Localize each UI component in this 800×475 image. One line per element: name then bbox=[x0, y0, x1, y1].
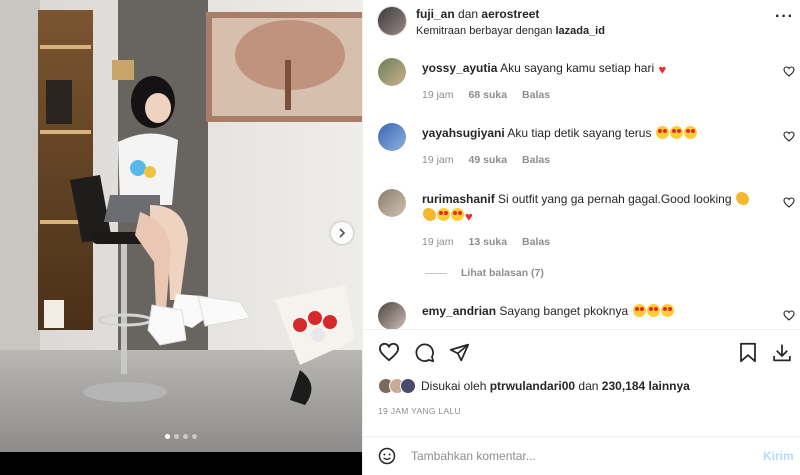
comment-time[interactable]: 19 jam bbox=[422, 89, 454, 101]
carousel-indicator bbox=[0, 434, 362, 439]
post-panel: fuji_an dan aerostreet Kemitraan berbaya… bbox=[362, 0, 800, 475]
share-send-icon[interactable] bbox=[449, 342, 470, 363]
reply-button[interactable]: Balas bbox=[522, 236, 550, 248]
comment-likes[interactable]: 49 suka bbox=[469, 154, 508, 166]
clapping-emoji bbox=[423, 208, 436, 221]
carousel-dot bbox=[174, 434, 179, 439]
like-comment-heart-icon[interactable] bbox=[783, 66, 795, 77]
replies-divider bbox=[425, 272, 447, 274]
instagram-post-view: fuji_an dan aerostreet Kemitraan berbaya… bbox=[0, 0, 800, 475]
comment-body: Aku sayang kamu setiap hari bbox=[500, 61, 655, 75]
liked-by-others[interactable]: 230,184 lainnya bbox=[602, 379, 690, 393]
view-replies-label: Lihat balasan (7) bbox=[461, 267, 544, 279]
post-media bbox=[0, 0, 362, 475]
liked-by-text: Disukai oleh ptrwulandari00 dan 230,184 … bbox=[421, 379, 690, 393]
comment-bubble-icon[interactable] bbox=[414, 342, 435, 363]
coauthor-username[interactable]: aerostreet bbox=[481, 7, 539, 21]
comment-avatar[interactable] bbox=[378, 189, 406, 217]
liked-by-user[interactable]: ptrwulandari00 bbox=[490, 379, 575, 393]
post-comment-button[interactable]: Kirim bbox=[763, 449, 794, 463]
comment-avatar[interactable] bbox=[378, 302, 406, 330]
photo-image bbox=[0, 0, 362, 452]
reply-button[interactable]: Balas bbox=[522, 89, 550, 101]
heart-eyes-emoji bbox=[451, 208, 464, 221]
comment-avatar[interactable] bbox=[378, 58, 406, 86]
comment-text: yossy_ayutia Aku sayang kamu setiap hari… bbox=[422, 60, 767, 78]
comment-text: emy_andrian Sayang banget pkoknya bbox=[422, 303, 767, 319]
carousel-dot bbox=[165, 434, 170, 439]
like-comment-heart-icon[interactable] bbox=[783, 197, 795, 208]
liked-by-and: dan bbox=[578, 379, 599, 393]
heart-emoji: ♥ bbox=[658, 62, 667, 77]
like-comment-heart-icon[interactable] bbox=[783, 131, 795, 142]
heart-emoji: ♥ bbox=[465, 209, 473, 224]
add-comment-bar: Tambahkan komentar... Kirim bbox=[363, 436, 800, 475]
author-connector: dan bbox=[458, 7, 479, 21]
heart-eyes-emoji bbox=[632, 304, 646, 317]
liked-by-summary: Disukai oleh ptrwulandari00 dan 230,184 … bbox=[378, 376, 690, 396]
author-avatar[interactable] bbox=[377, 6, 407, 36]
comment-username[interactable]: yossy_ayutia bbox=[422, 61, 497, 75]
post-photo[interactable] bbox=[0, 0, 362, 452]
comment-time[interactable]: 19 jam bbox=[422, 154, 454, 166]
post-header: fuji_an dan aerostreet Kemitraan berbaya… bbox=[363, 0, 800, 44]
comment-meta: 19 jam 13 suka Balas bbox=[422, 236, 550, 248]
heart-eyes-emoji bbox=[437, 208, 450, 221]
comment-avatar[interactable] bbox=[378, 123, 406, 151]
comment-username[interactable]: yayahsugiyani bbox=[422, 126, 505, 140]
emoji-picker-icon[interactable] bbox=[378, 447, 396, 465]
bookmark-icon[interactable] bbox=[739, 342, 757, 363]
partner-username[interactable]: lazada_id bbox=[555, 25, 605, 37]
heart-eyes-emoji bbox=[646, 304, 660, 317]
download-icon[interactable] bbox=[771, 342, 793, 363]
comment-meta: 19 jam 68 suka Balas bbox=[422, 89, 550, 101]
liked-by-prefix: Disukai oleh bbox=[421, 379, 487, 393]
reply-button[interactable]: Balas bbox=[522, 154, 550, 166]
partnership-label: Kemitraan berbayar dengan lazada_id bbox=[416, 25, 605, 37]
post-authors: fuji_an dan aerostreet bbox=[416, 7, 539, 21]
heart-eyes-emoji bbox=[683, 126, 697, 139]
post-actions: Disukai oleh ptrwulandari00 dan 230,184 … bbox=[363, 329, 800, 442]
comment-body: Aku tiap detik sayang terus bbox=[507, 126, 652, 140]
next-photo-button[interactable] bbox=[331, 222, 353, 244]
comment-meta: 19 jam 49 suka Balas bbox=[422, 154, 550, 166]
more-options-button[interactable]: ··· bbox=[775, 8, 794, 26]
comment-username[interactable]: rurimashanif bbox=[422, 192, 495, 206]
comment-time[interactable]: 19 jam bbox=[422, 236, 454, 248]
comment-text: yayahsugiyani Aku tiap detik sayang teru… bbox=[422, 125, 767, 141]
like-heart-icon[interactable] bbox=[378, 342, 400, 362]
clapping-emoji bbox=[735, 192, 749, 205]
heart-eyes-emoji bbox=[669, 126, 683, 139]
liker-avatar[interactable] bbox=[400, 378, 416, 394]
comment-body: Sayang banget pkoknya bbox=[499, 304, 629, 318]
comment-likes[interactable]: 13 suka bbox=[469, 236, 508, 248]
chevron-right-icon bbox=[339, 228, 346, 238]
heart-eyes-emoji bbox=[660, 304, 674, 317]
heart-eyes-emoji bbox=[655, 126, 669, 139]
author-username[interactable]: fuji_an bbox=[416, 7, 455, 21]
carousel-dot bbox=[183, 434, 188, 439]
more-horizontal-icon: ··· bbox=[775, 8, 794, 25]
comment-body: Si outfit yang ga pernah gagal.Good look… bbox=[498, 192, 732, 206]
carousel-dot bbox=[192, 434, 197, 439]
post-timestamp[interactable]: 19 JAM YANG LALU bbox=[378, 406, 461, 416]
comment-input[interactable]: Tambahkan komentar... bbox=[411, 449, 536, 463]
comment-text: rurimashanif Si outfit yang ga pernah ga… bbox=[422, 191, 767, 225]
comment-likes[interactable]: 68 suka bbox=[469, 89, 508, 101]
comment-username[interactable]: emy_andrian bbox=[422, 304, 496, 318]
view-replies-button[interactable]: Lihat balasan (7) bbox=[425, 267, 544, 279]
like-comment-heart-icon[interactable] bbox=[783, 310, 795, 321]
partnership-prefix: Kemitraan berbayar dengan bbox=[416, 25, 553, 37]
